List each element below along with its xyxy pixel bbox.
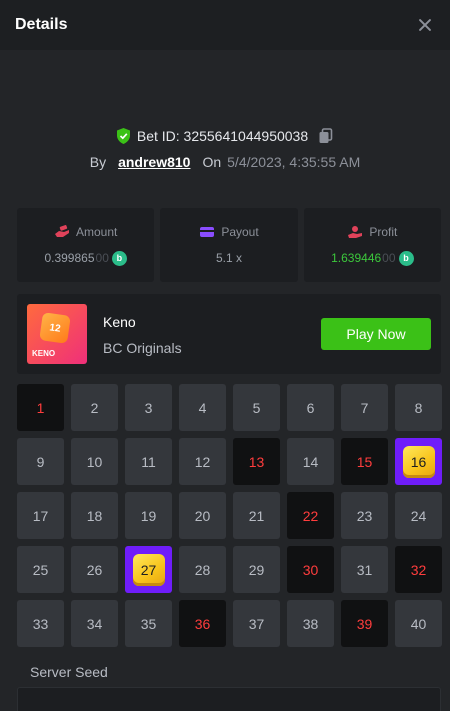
- keno-cell-40[interactable]: 40: [395, 600, 442, 647]
- keno-cell-21[interactable]: 21: [233, 492, 280, 539]
- stat-amount-head: Amount: [54, 225, 117, 239]
- gem-icon: 27: [132, 553, 165, 586]
- payout-main: 5.1 x: [215, 251, 242, 265]
- stat-amount: Amount 0.399865 00 b: [17, 208, 155, 282]
- stat-amount-label: Amount: [75, 224, 118, 239]
- keno-cell-28[interactable]: 28: [179, 546, 226, 593]
- keno-cell-37[interactable]: 37: [233, 600, 280, 647]
- card-icon: [200, 227, 215, 237]
- bet-stats: Amount 0.39986500 b Payout 5.1 x Profit: [17, 208, 441, 282]
- keno-ball-icon: 12: [39, 312, 71, 344]
- profit-dim: 00: [382, 251, 396, 265]
- stat-profit: Profit 1.639446 00 b: [303, 208, 441, 282]
- by-label: By: [89, 154, 107, 170]
- keno-cell-26[interactable]: 26: [71, 546, 118, 593]
- keno-thumbnail[interactable]: 12 KENO: [27, 304, 87, 364]
- keno-cell-17[interactable]: 17: [17, 492, 64, 539]
- stat-amount-value: 0.399865 00 b: [44, 250, 127, 266]
- keno-cell-19[interactable]: 19: [125, 492, 172, 539]
- keno-cell-29[interactable]: 29: [233, 546, 280, 593]
- keno-cell-9[interactable]: 9: [17, 438, 64, 485]
- details-header: Details: [0, 0, 450, 50]
- bet-id: Bet ID: 3255641044950038: [136, 128, 309, 144]
- keno-cell-6[interactable]: 6: [287, 384, 334, 431]
- keno-cell-34[interactable]: 34: [71, 600, 118, 647]
- keno-cell-30[interactable]: 30: [287, 546, 334, 593]
- keno-cell-22[interactable]: 22: [287, 492, 334, 539]
- keno-grid: 1 2 3 4 5 6 7 8 9 10 11 12 13 14 15 16 17 18 19 20 21 22 23 24 2…: [17, 384, 442, 647]
- keno-cell-13[interactable]: 13: [233, 438, 280, 485]
- play-now-button[interactable]: Play Now: [321, 318, 431, 350]
- stat-profit-head: Profit: [347, 225, 397, 239]
- keno-cell-23[interactable]: 23: [341, 492, 388, 539]
- keno-cell-25[interactable]: 25: [17, 546, 64, 593]
- bcd-coin-icon: b: [111, 250, 127, 266]
- keno-thumb-label: KENO: [32, 349, 56, 358]
- keno-cell-3[interactable]: 3: [125, 384, 172, 431]
- bet-datetime: 5/4/2023, 4:35:55 AM: [227, 154, 361, 170]
- server-seed-field[interactable]: [17, 687, 441, 711]
- keno-cell-12[interactable]: 12: [179, 438, 226, 485]
- hand-coins-icon: [54, 224, 69, 237]
- user-coins-icon: [348, 225, 363, 238]
- stat-payout-label: Payout: [221, 225, 259, 239]
- keno-cell-24[interactable]: 24: [395, 492, 442, 539]
- close-icon[interactable]: [415, 15, 435, 35]
- on-label: On: [202, 154, 222, 170]
- keno-cell-20[interactable]: 20: [179, 492, 226, 539]
- stat-payout: Payout 5.1 x: [160, 208, 298, 282]
- keno-cell-36[interactable]: 36: [179, 600, 226, 647]
- gem-icon: 16: [402, 445, 435, 478]
- keno-cell-35[interactable]: 35: [125, 600, 172, 647]
- bcd-coin-icon: b: [398, 250, 414, 266]
- page-title: Details: [15, 16, 68, 33]
- username-link[interactable]: andrew810: [118, 154, 190, 170]
- server-seed-label: Server Seed: [30, 664, 108, 680]
- keno-cell-8[interactable]: 8: [395, 384, 442, 431]
- profit-main: 1.639446: [331, 251, 382, 265]
- stat-profit-label: Profit: [369, 224, 398, 239]
- keno-cell-38[interactable]: 38: [287, 600, 334, 647]
- keno-cell-11[interactable]: 11: [125, 438, 172, 485]
- stat-payout-head: Payout: [199, 225, 259, 239]
- stat-payout-value: 5.1 x: [216, 251, 242, 265]
- keno-cell-10[interactable]: 10: [71, 438, 118, 485]
- stat-profit-value: 1.639446 00 b: [331, 250, 414, 266]
- game-provider: BC Originals: [103, 340, 182, 356]
- game-name: Keno: [103, 314, 136, 330]
- game-card: 12 KENO Keno BC Originals Play Now: [17, 294, 441, 374]
- verified-shield-icon: [116, 128, 130, 144]
- copy-icon[interactable]: [318, 128, 334, 144]
- keno-cell-16[interactable]: 16: [395, 438, 442, 485]
- keno-cell-39[interactable]: 39: [341, 600, 388, 647]
- keno-cell-32[interactable]: 32: [395, 546, 442, 593]
- amount-dim: 00: [95, 251, 109, 265]
- amount-main: 0.399865: [44, 251, 95, 265]
- keno-cell-7[interactable]: 7: [341, 384, 388, 431]
- keno-cell-15[interactable]: 15: [341, 438, 388, 485]
- keno-cell-4[interactable]: 4: [179, 384, 226, 431]
- keno-cell-33[interactable]: 33: [17, 600, 64, 647]
- keno-cell-1[interactable]: 1: [17, 384, 64, 431]
- bet-author-row: By andrew810 On 5/4/2023, 4:35:55 AM: [0, 152, 450, 172]
- keno-cell-31[interactable]: 31: [341, 546, 388, 593]
- keno-cell-2[interactable]: 2: [71, 384, 118, 431]
- keno-cell-18[interactable]: 18: [71, 492, 118, 539]
- keno-cell-14[interactable]: 14: [287, 438, 334, 485]
- keno-cell-5[interactable]: 5: [233, 384, 280, 431]
- keno-cell-27[interactable]: 27: [125, 546, 172, 593]
- bet-id-row: Bet ID: 3255641044950038: [0, 125, 450, 147]
